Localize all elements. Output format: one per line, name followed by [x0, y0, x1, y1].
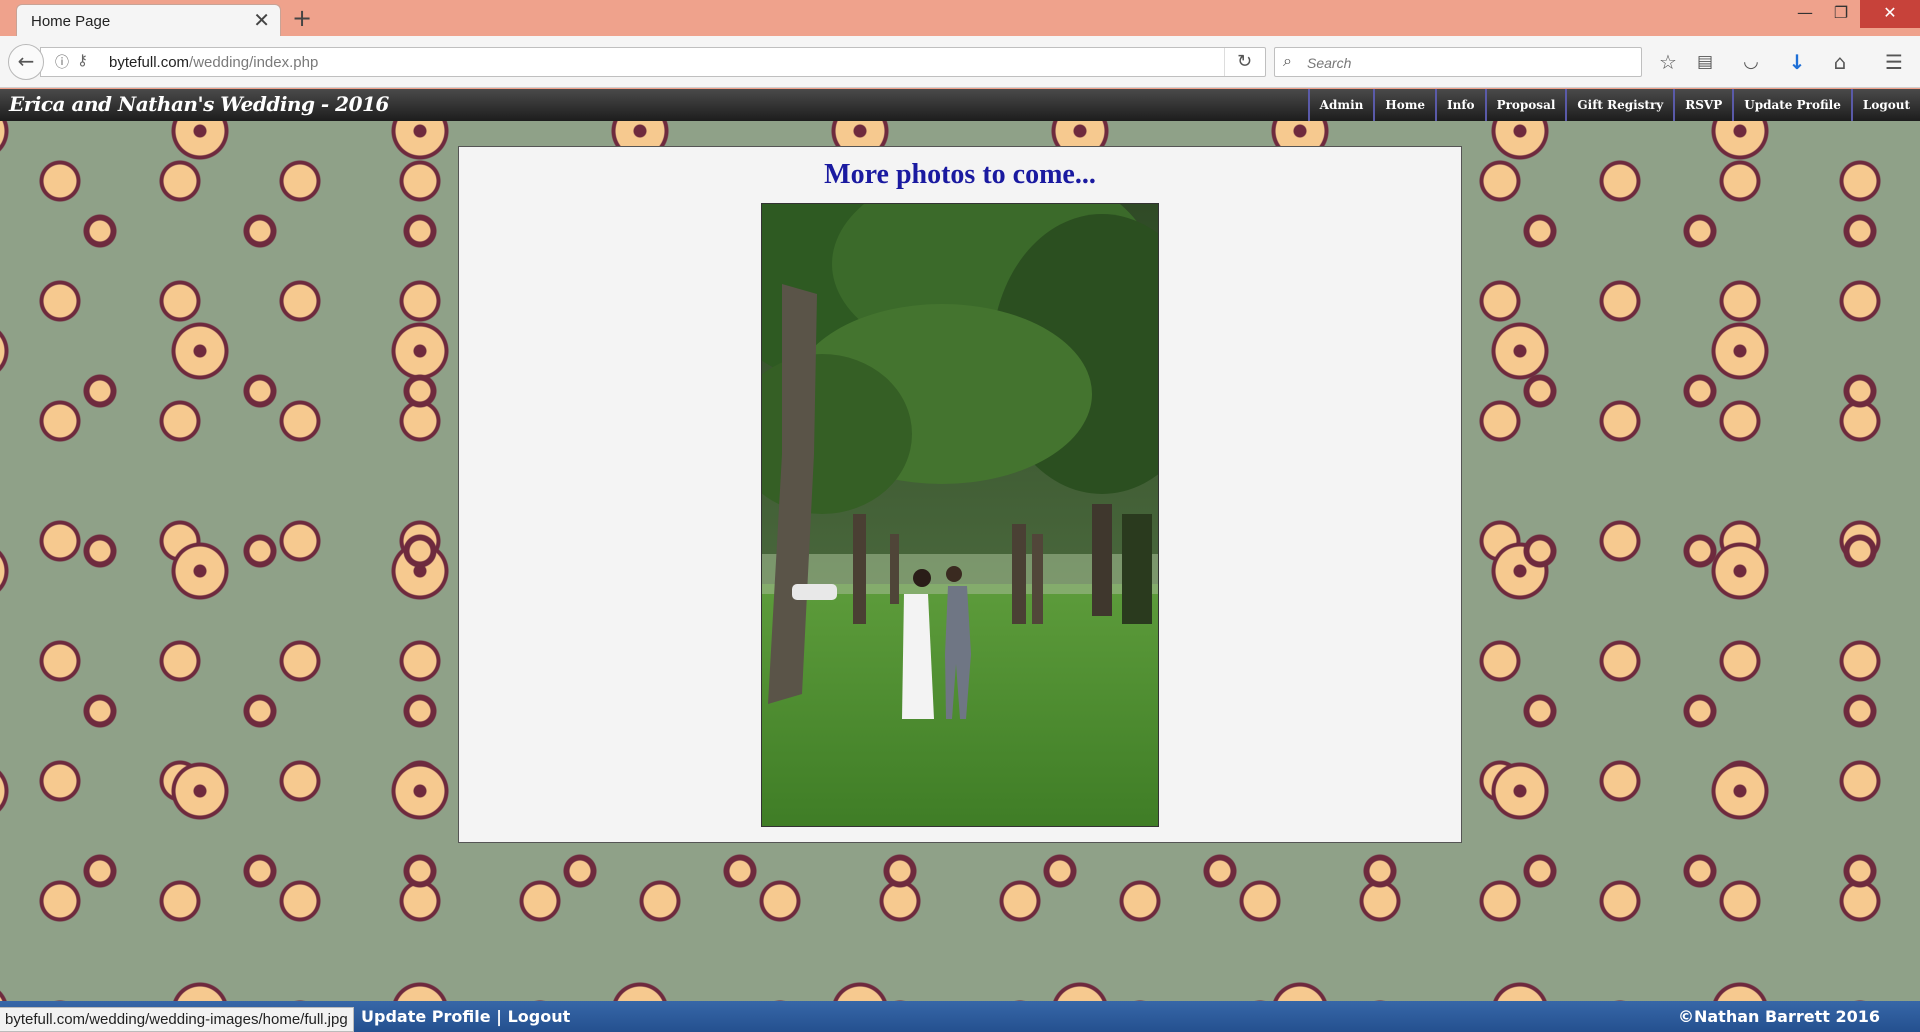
window-maximize-button[interactable]: ❐	[1818, 0, 1864, 28]
footer-logout-link[interactable]: Logout	[508, 1007, 571, 1026]
pocket-icon[interactable]: ◡	[1736, 47, 1766, 77]
bookmark-star-icon[interactable]: ☆	[1653, 47, 1683, 77]
page-heading: More photos to come...	[824, 159, 1096, 190]
new-tab-button[interactable]: +	[292, 4, 312, 32]
search-input[interactable]: ⌕ Search	[1274, 47, 1642, 77]
nav-home[interactable]: Home	[1373, 89, 1435, 121]
web-page: Erica and Nathan's Wedding - 2016 Admin …	[0, 89, 1920, 1032]
footer-links: Update Profile | Logout	[361, 1007, 570, 1026]
nav-logout[interactable]: Logout	[1850, 89, 1920, 121]
browser-tab[interactable]: Home Page ✕	[16, 4, 281, 36]
footer-separator: |	[496, 1007, 502, 1026]
nav-info[interactable]: Info	[1435, 89, 1485, 121]
home-icon[interactable]: ⌂	[1825, 47, 1855, 77]
info-icon[interactable]: ⓘ	[55, 52, 69, 72]
tab-title: Home Page	[31, 13, 111, 30]
status-bar-url: bytefull.com/wedding/wedding-images/home…	[0, 1007, 354, 1032]
url-bar[interactable]: ⓘ ⚷ bytefull.com/wedding/index.php	[40, 47, 1266, 77]
browser-toolbar: ⓘ ⚷ bytefull.com/wedding/index.php ← ↻ ⌕…	[0, 36, 1920, 88]
site-title[interactable]: Erica and Nathan's Wedding - 2016	[9, 92, 389, 116]
menu-icon[interactable]: ☰	[1879, 47, 1909, 77]
browser-titlebar: Home Page ✕ + — ❐ ✕	[0, 0, 1920, 36]
search-icon: ⌕	[1283, 51, 1292, 70]
window-close-button[interactable]: ✕	[1860, 0, 1920, 28]
url-host: bytefull.com	[109, 54, 190, 71]
downloads-icon[interactable]: ↓	[1782, 47, 1812, 77]
footer-copyright: ©Nathan Barrett 2016	[1677, 1007, 1880, 1026]
tab-close-icon[interactable]: ✕	[253, 8, 270, 32]
key-icon: ⚷	[77, 51, 88, 69]
reading-list-icon[interactable]: ▤	[1690, 47, 1720, 77]
reload-icon[interactable]: ↻	[1224, 48, 1264, 76]
wedding-photo[interactable]	[761, 203, 1159, 827]
nav-admin[interactable]: Admin	[1307, 89, 1374, 121]
site-header: Erica and Nathan's Wedding - 2016 Admin …	[0, 89, 1920, 121]
nav-update-profile[interactable]: Update Profile	[1732, 89, 1851, 121]
nav-gift-registry[interactable]: Gift Registry	[1565, 89, 1673, 121]
footer-update-profile-link[interactable]: Update Profile	[361, 1007, 491, 1026]
url-path: /wedding/index.php	[189, 54, 319, 71]
nav-proposal[interactable]: Proposal	[1484, 89, 1566, 121]
site-nav: Admin Home Info Proposal Gift Registry R…	[1307, 89, 1920, 121]
wedding-photo-image	[762, 204, 1158, 826]
url-text[interactable]: bytefull.com/wedding/index.php	[109, 54, 318, 71]
search-placeholder: Search	[1307, 55, 1352, 71]
nav-rsvp[interactable]: RSVP	[1673, 89, 1732, 121]
back-arrow-icon[interactable]: ←	[8, 44, 44, 80]
content-panel: More photos to come...	[458, 146, 1462, 843]
